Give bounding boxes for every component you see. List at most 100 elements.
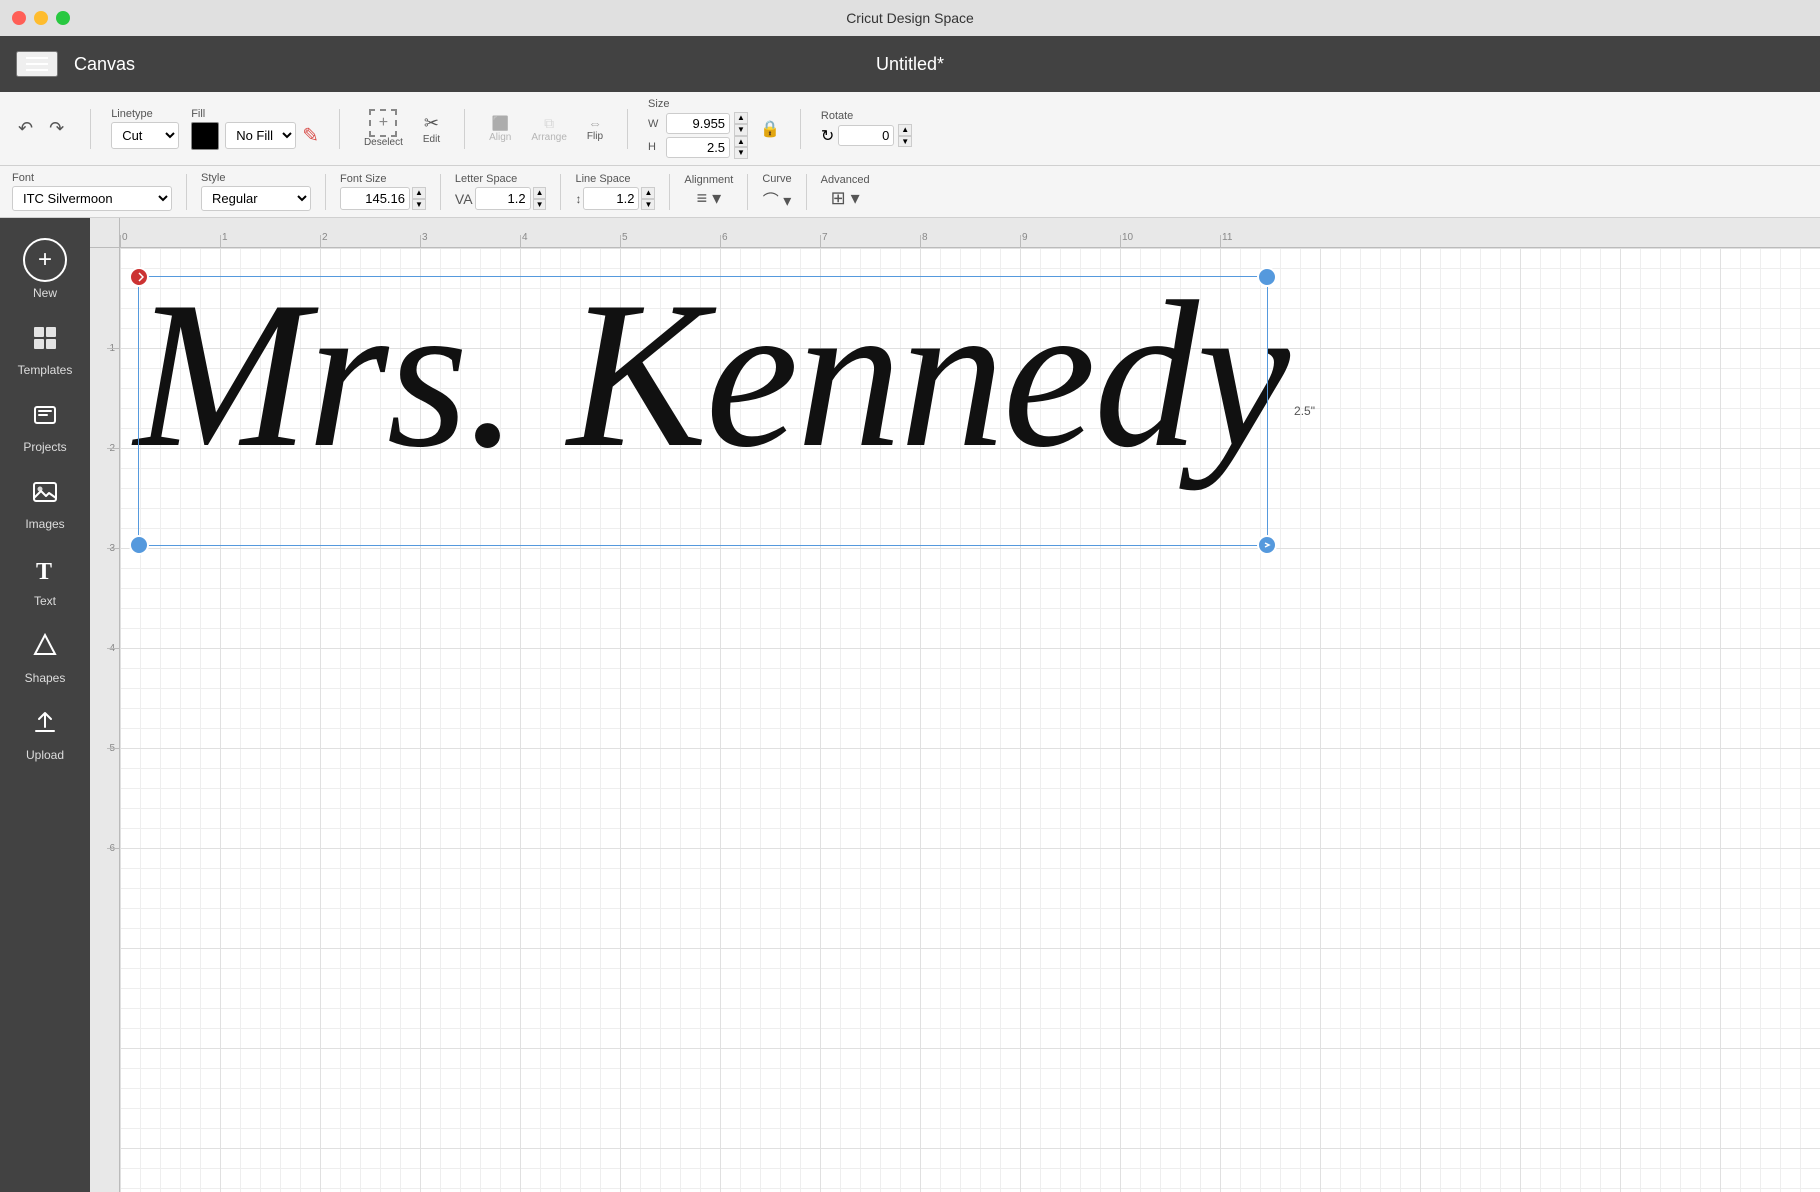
sidebar-item-images[interactable]: Images: [0, 466, 90, 543]
ruler-tick-11: [1220, 235, 1221, 247]
rotate-input[interactable]: [838, 125, 894, 146]
height-input[interactable]: [666, 137, 730, 158]
ruler-corner: [90, 218, 120, 248]
sidebar-item-projects[interactable]: Projects: [0, 389, 90, 466]
font-size-down[interactable]: ▼: [412, 199, 426, 211]
width-input[interactable]: [666, 113, 730, 134]
grid-canvas[interactable]: Mrs. Kennedy 2.5": [120, 248, 1820, 1192]
font-group: Font ITC Silvermoon: [12, 172, 172, 211]
lock-icon[interactable]: 🔒: [760, 119, 780, 139]
edit-button[interactable]: ✂ Edit: [419, 109, 444, 149]
align-icon: ⬛: [492, 115, 509, 132]
height-up[interactable]: ▲: [734, 136, 748, 148]
sidebar-item-text[interactable]: T Text: [0, 543, 90, 620]
height-down[interactable]: ▼: [734, 147, 748, 159]
flip-icon: ⇔: [588, 115, 602, 131]
sidebar-label-new: New: [33, 286, 57, 300]
linetype-select-wrap: Cut Draw Score: [111, 122, 179, 149]
close-button[interactable]: [12, 11, 26, 25]
handle-bottom-right[interactable]: [1257, 535, 1277, 555]
ruler-left: 1 2 3 4 5 6: [90, 248, 120, 1192]
style-select[interactable]: Regular Bold Italic: [201, 186, 311, 211]
alignment-button[interactable]: ≡ ▾: [684, 188, 733, 209]
sidebar-label-shapes: Shapes: [25, 671, 66, 685]
pen-icon[interactable]: ✎: [302, 123, 319, 148]
ruler-tick-8: [920, 235, 921, 247]
font-size-label: Font Size: [340, 173, 426, 185]
sidebar-label-templates: Templates: [18, 363, 73, 377]
deselect-button[interactable]: + Deselect: [360, 105, 407, 152]
maximize-button[interactable]: [56, 11, 70, 25]
hamburger-menu-button[interactable]: [16, 51, 58, 77]
ruler-vtick-3: [107, 548, 119, 549]
fill-select[interactable]: No Fill Fill: [225, 122, 296, 149]
separator-5: [800, 109, 801, 149]
flip-button[interactable]: ⇔ Flip: [583, 111, 607, 146]
redo-button[interactable]: ↷: [43, 114, 70, 143]
ruler-mark-6: 6: [722, 232, 728, 243]
rotate-up[interactable]: ▲: [898, 124, 912, 136]
undo-redo-group: ↶ ↷: [12, 114, 70, 143]
ruler-mark-8: 8: [922, 232, 928, 243]
font-select[interactable]: ITC Silvermoon: [12, 186, 172, 211]
linetype-group: Linetype Cut Draw Score: [111, 108, 179, 149]
arrange-button[interactable]: ⧉ Arrange: [527, 111, 571, 147]
sidebar-item-templates[interactable]: Templates: [0, 312, 90, 389]
undo-button[interactable]: ↶: [12, 114, 39, 143]
width-down[interactable]: ▼: [734, 124, 748, 136]
align-button[interactable]: ⬛ Align: [485, 111, 515, 147]
letter-space-down[interactable]: ▼: [533, 199, 547, 211]
ruler-vtick-6: [107, 848, 119, 849]
projects-icon: [31, 401, 59, 436]
line-space-input[interactable]: [583, 187, 639, 210]
handle-bottom-left[interactable]: [129, 535, 149, 555]
ruler-mark-5: 5: [622, 232, 628, 243]
main-content: + New Templates Projec: [0, 218, 1820, 1192]
document-title: Untitled*: [876, 54, 944, 75]
size-row-width: W ▲ ▼: [648, 112, 748, 135]
line-space-down[interactable]: ▼: [641, 199, 655, 211]
linetype-select[interactable]: Cut Draw Score: [111, 122, 179, 149]
ruler-tick-10: [1120, 235, 1121, 247]
advanced-button[interactable]: ⊞ ▾: [821, 188, 870, 209]
align-label: Align: [489, 132, 511, 143]
letter-space-up[interactable]: ▲: [533, 187, 547, 199]
canvas-area[interactable]: 0 1 2 3 4 5 6 7 8 9 10: [90, 218, 1820, 1192]
canvas-label: Canvas: [74, 54, 135, 75]
flip-label: Flip: [587, 131, 603, 142]
app-header: Canvas Untitled*: [0, 36, 1820, 92]
fill-group: Fill No Fill Fill ✎: [191, 108, 319, 150]
shapes-icon: [31, 632, 59, 667]
font-size-spinner: ▲ ▼: [412, 187, 426, 210]
sidebar-label-text: Text: [34, 594, 56, 608]
line-space-icon: ↕: [575, 192, 581, 206]
sidebar-item-upload[interactable]: Upload: [0, 697, 90, 774]
font-size-up[interactable]: ▲: [412, 187, 426, 199]
color-swatch[interactable]: [191, 122, 219, 150]
ruler-vtick-5: [107, 748, 119, 749]
main-toolbar: ↶ ↷ Linetype Cut Draw Score Fill No Fill…: [0, 92, 1820, 166]
canvas-text[interactable]: Mrs. Kennedy: [134, 270, 1288, 480]
font-size-input[interactable]: [340, 187, 410, 210]
curve-button[interactable]: ⌒ ▾: [762, 187, 791, 211]
curve-label: Curve: [762, 173, 791, 185]
font-sep-3: [440, 174, 441, 210]
line-space-label: Line Space: [575, 173, 655, 185]
alignment-label: Alignment: [684, 174, 733, 186]
width-label: W: [648, 118, 662, 130]
ruler-mark-2: 2: [322, 232, 328, 243]
width-up[interactable]: ▲: [734, 112, 748, 124]
rotate-group: Rotate ↻ ▲ ▼: [821, 110, 912, 147]
sidebar-item-new[interactable]: + New: [0, 226, 90, 312]
rotate-icon: ↻: [821, 126, 834, 146]
minimize-button[interactable]: [34, 11, 48, 25]
ruler-mark-9: 9: [1022, 232, 1028, 243]
rotate-down[interactable]: ▼: [898, 136, 912, 148]
line-space-up[interactable]: ▲: [641, 187, 655, 199]
letter-space-input[interactable]: [475, 187, 531, 210]
size-row-height: H ▲ ▼: [648, 136, 748, 159]
ruler-top: 0 1 2 3 4 5 6 7 8 9 10: [120, 218, 1820, 248]
app-title: Cricut Design Space: [846, 10, 974, 26]
sidebar-item-shapes[interactable]: Shapes: [0, 620, 90, 697]
ruler-tick-0: [120, 235, 121, 247]
